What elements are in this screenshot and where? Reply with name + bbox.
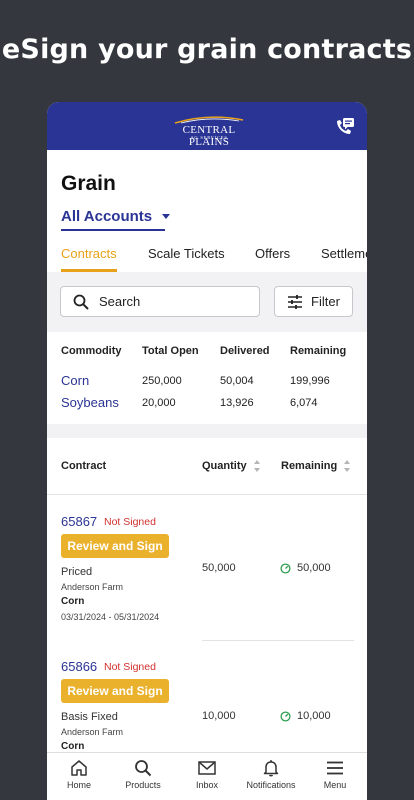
sort-arrows-icon bbox=[344, 460, 351, 472]
nav-inbox-label: Inbox bbox=[195, 780, 219, 790]
crop-name: Corn bbox=[61, 596, 85, 607]
home-icon bbox=[71, 760, 87, 776]
contract-id-link[interactable]: 65867 bbox=[61, 514, 97, 529]
gauge-icon bbox=[280, 562, 291, 574]
bell-icon bbox=[263, 760, 279, 777]
contract-quantity: 50,000 bbox=[202, 562, 236, 574]
logo-swoosh-icon bbox=[174, 116, 244, 124]
search-label: Search bbox=[99, 294, 141, 309]
delivery-dates: 03/31/2024 - 05/31/2024 bbox=[61, 612, 160, 622]
filter-button[interactable]: Filter bbox=[274, 286, 353, 317]
contracts-header-contract: Contract bbox=[61, 460, 107, 472]
accounts-dropdown-label: All Accounts bbox=[61, 208, 153, 225]
review-and-sign-button[interactable]: Review and Sign bbox=[61, 534, 169, 558]
filter-sliders-icon bbox=[288, 294, 303, 309]
contract-quantity: 10,000 bbox=[202, 710, 236, 722]
gauge-icon bbox=[280, 710, 291, 722]
summary-total-open: 250,000 bbox=[142, 375, 182, 387]
crop-name: Corn bbox=[61, 741, 85, 752]
tab-scale-tickets[interactable]: Scale Tickets bbox=[148, 246, 225, 261]
contact-support-icon[interactable] bbox=[333, 116, 355, 138]
farm-name: Anderson Farm bbox=[61, 727, 124, 737]
search-icon bbox=[135, 760, 152, 777]
tab-contracts[interactable]: Contracts bbox=[61, 246, 117, 261]
page-title: Grain bbox=[61, 172, 116, 195]
contracts-header-remaining-label: Remaining bbox=[281, 460, 338, 472]
tab-offers[interactable]: Offers bbox=[255, 246, 290, 261]
header-divider bbox=[47, 494, 367, 495]
menu-icon bbox=[327, 761, 343, 775]
logo-sub-text: AG SERVICES bbox=[190, 135, 228, 140]
tab-bar: Contracts Scale Tickets Offers Settlemen… bbox=[47, 244, 367, 272]
summary-header-total-open: Total Open bbox=[142, 345, 199, 357]
farm-name: Anderson Farm bbox=[61, 582, 124, 592]
sort-arrows-icon bbox=[253, 460, 260, 472]
nav-home-label: Home bbox=[66, 780, 91, 790]
contract-type: Priced bbox=[61, 566, 93, 578]
review-and-sign-button[interactable]: Review and Sign bbox=[61, 679, 169, 703]
status-badge: Not Signed bbox=[104, 661, 156, 673]
summary-remaining: 6,074 bbox=[290, 397, 318, 409]
nav-inbox[interactable]: Inbox bbox=[175, 759, 239, 790]
nav-home[interactable]: Home bbox=[47, 759, 111, 790]
brand-logo: CENTRAL PLAINS AG SERVICES bbox=[167, 115, 251, 148]
contract-remaining-value: 50,000 bbox=[297, 562, 331, 574]
summary-total-open: 20,000 bbox=[142, 397, 176, 409]
summary-commodity-link[interactable]: Corn bbox=[61, 373, 89, 388]
summary-header-delivered: Delivered bbox=[220, 345, 270, 357]
contract-remaining: 10,000 bbox=[280, 710, 331, 722]
nav-products[interactable]: Products bbox=[111, 759, 175, 790]
nav-notifications[interactable]: Notifications bbox=[239, 759, 303, 790]
caret-down-icon bbox=[162, 214, 171, 219]
bottom-nav: Home Products Inbox Notifications Menu bbox=[47, 752, 367, 800]
app-bar: CENTRAL PLAINS AG SERVICES bbox=[47, 102, 367, 150]
summary-header-commodity: Commodity bbox=[61, 345, 122, 357]
section-divider-band bbox=[47, 424, 367, 438]
summary-commodity-link[interactable]: Soybeans bbox=[61, 395, 119, 410]
summary-delivered: 13,926 bbox=[220, 397, 254, 409]
contracts-header-remaining[interactable]: Remaining bbox=[281, 460, 351, 472]
summary-delivered: 50,004 bbox=[220, 375, 254, 387]
status-badge: Not Signed bbox=[104, 516, 156, 528]
contracts-header-quantity-label: Quantity bbox=[202, 460, 247, 472]
summary-remaining: 199,996 bbox=[290, 375, 330, 387]
headline: eSign your grain contracts bbox=[1, 34, 413, 65]
nav-menu[interactable]: Menu bbox=[303, 759, 367, 790]
contracts-header-quantity[interactable]: Quantity bbox=[202, 460, 260, 472]
nav-products-label: Products bbox=[125, 780, 161, 790]
nav-menu-label: Menu bbox=[323, 780, 347, 790]
app-screen: CENTRAL PLAINS AG SERVICES Grain All Acc… bbox=[47, 102, 367, 800]
accounts-dropdown[interactable]: All Accounts bbox=[61, 208, 171, 225]
contract-remaining: 50,000 bbox=[280, 562, 331, 574]
search-icon bbox=[73, 294, 89, 310]
accounts-underline bbox=[61, 229, 165, 231]
contract-id-link[interactable]: 65866 bbox=[61, 659, 97, 674]
search-input[interactable]: Search bbox=[60, 286, 260, 317]
nav-notifications-label: Notifications bbox=[246, 780, 296, 790]
contract-remaining-value: 10,000 bbox=[297, 710, 331, 722]
filter-label: Filter bbox=[311, 294, 340, 309]
summary-header-remaining: Remaining bbox=[290, 345, 347, 357]
row-divider bbox=[202, 640, 354, 641]
contract-type: Basis Fixed bbox=[61, 711, 118, 723]
mail-icon bbox=[198, 761, 216, 775]
tab-settlements[interactable]: Settlements bbox=[321, 246, 367, 261]
